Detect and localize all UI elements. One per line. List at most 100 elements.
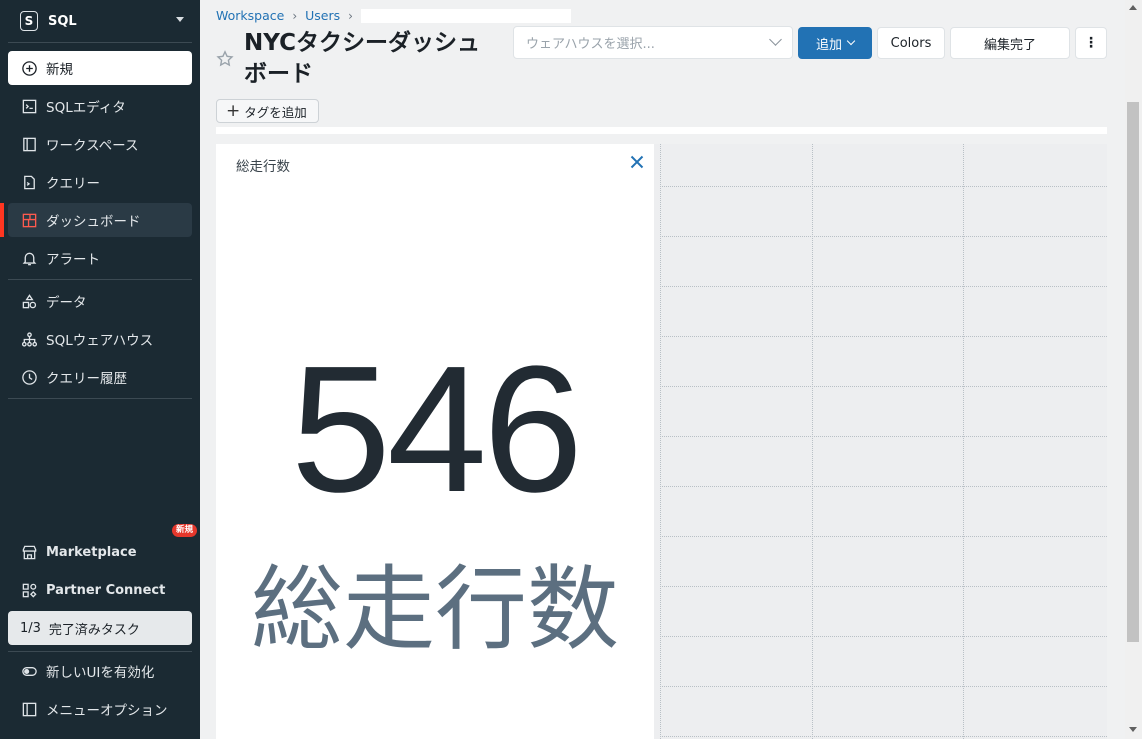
sidebar-item-query-history[interactable]: クエリー履歴 [8,360,192,394]
sidebar-item-label: クエリー [46,176,100,192]
data-shapes-icon [20,292,38,310]
breadcrumb-redacted [360,8,571,23]
breadcrumb-separator: › [348,8,353,23]
main-content: Workspace › Users › NYCタクシーダッシュ ボード ウェアハ… [200,0,1142,739]
grid-row-line [660,436,1107,437]
task-label: 完了済みタスク [48,622,140,638]
add-tag-button[interactable]: + タグを追加 [216,99,319,123]
sidebar-item-label: アラート [46,252,100,268]
breadcrumb-users[interactable]: Users [305,8,340,23]
add-button-label: 追加 [815,37,842,53]
new-badge: 新規 [171,524,197,537]
grid-row-line [660,686,1107,687]
completed-tasks-button[interactable]: 1/3 完了済みタスク [8,611,192,645]
clock-icon [20,368,38,386]
sidebar-item-label: 新しいUIを有効化 [46,665,155,681]
page-title: NYCタクシーダッシュ ボード [244,28,494,90]
sidebar-item-label: SQLウェアハウス [46,333,154,349]
kebab-menu-icon[interactable]: ⋮ [1075,27,1107,59]
partner-icon [20,581,38,599]
plus-icon: + [226,100,241,121]
sidebar-item-label: ワークスペース [46,138,139,154]
grid-column-line [660,144,661,739]
widget-title: 総走行数 [236,159,290,175]
task-count: 1/3 [20,620,41,636]
breadcrumb: Workspace › Users › [216,8,571,23]
workspace-icon [20,135,38,153]
grid-row-line [660,736,1107,737]
sidebar-item-workspace[interactable]: ワークスペース [8,127,192,161]
counter-label: 総走行数 [250,556,619,663]
divider [8,398,192,399]
grid-row-line [660,236,1107,237]
parameter-bar [216,127,1107,134]
grid-row-line [660,286,1107,287]
sidebar-item-data[interactable]: データ [8,284,192,318]
page-title-line-2: ボード [244,61,313,87]
add-button[interactable]: 追加 [798,27,872,59]
colors-button[interactable]: Colors [877,27,945,59]
sidebar-item-marketplace[interactable]: Marketplace 新規 [8,524,197,569]
vertical-scrollbar[interactable] [1125,0,1142,739]
store-icon [20,543,38,561]
add-tag-label: タグを追加 [244,104,307,120]
warehouse-placeholder: ウェアハウスを選択... [526,37,655,52]
sidebar-item-partner-connect[interactable]: Partner Connect [8,573,192,607]
chevron-down-icon [176,17,184,22]
breadcrumb-workspace[interactable]: Workspace [216,8,284,23]
sidebar-item-sql-editor[interactable]: SQLエディタ [8,89,192,123]
sidebar-item-sql-warehouses[interactable]: SQLウェアハウス [8,322,192,356]
warehouse-icon [20,330,38,348]
persona-label: SQL [48,13,77,29]
done-editing-button[interactable]: 編集完了 [950,27,1070,59]
sidebar-panel-icon [20,700,38,718]
kebab-label: ⋮ [1084,35,1098,51]
grid-column-line [812,144,813,739]
close-icon[interactable] [628,153,646,171]
grid-row-line [660,586,1107,587]
sql-editor-icon [20,97,38,115]
done-editing-label: 編集完了 [983,37,1036,53]
grid-row-line [660,536,1107,537]
counter-value: 546 [290,329,583,530]
sidebar: S SQL 新規 SQLエディタ ワークスペース クエリー ダッシュボード アラ… [0,0,200,739]
divider [8,279,192,280]
new-button[interactable]: 新規 [8,51,192,85]
dashboard-grid: 総走行数 546 総走行数 [216,144,1107,739]
sidebar-item-label: SQLエディタ [46,100,126,116]
scroll-thumb[interactable] [1127,102,1139,642]
toggle-icon [20,662,38,680]
grid-column-line [963,144,964,739]
scroll-down-arrow-icon[interactable] [1129,727,1137,732]
bell-icon [20,249,38,267]
sidebar-item-label: Marketplace [46,544,137,560]
sidebar-item-dashboards[interactable]: ダッシュボード [8,203,192,237]
sidebar-item-label: メニューオプション [46,703,168,719]
new-label: 新規 [46,62,73,78]
grid-row-line [660,486,1107,487]
grid-row-line [660,336,1107,337]
menu-options-button[interactable]: メニューオプション [8,692,192,726]
warehouse-select[interactable]: ウェアハウスを選択... [513,26,793,59]
scroll-up-arrow-icon[interactable] [1129,5,1137,10]
grid-row-line [660,386,1107,387]
colors-button-label: Colors [890,35,932,51]
grid-row-line [660,186,1107,187]
chevron-down-icon [846,36,856,46]
enable-new-ui-toggle[interactable]: 新しいUIを有効化 [8,654,192,688]
divider [8,42,192,43]
breadcrumb-separator: › [292,8,298,23]
divider [8,651,192,652]
counter-widget[interactable]: 総走行数 546 総走行数 [216,144,654,739]
dashboard-icon [20,211,38,229]
query-file-icon [20,173,38,191]
grid-row-line [660,636,1107,637]
sidebar-item-label: クエリー履歴 [46,371,127,387]
sidebar-item-alerts[interactable]: アラート [8,241,192,275]
favorite-star-icon[interactable] [216,50,234,68]
page-title-line-1: NYCタクシーダッシュ [244,30,480,56]
persona-switcher[interactable]: S SQL [8,5,192,37]
sidebar-item-label: ダッシュボード [46,214,141,230]
plus-circle-icon [20,59,38,77]
sidebar-item-queries[interactable]: クエリー [8,165,192,199]
